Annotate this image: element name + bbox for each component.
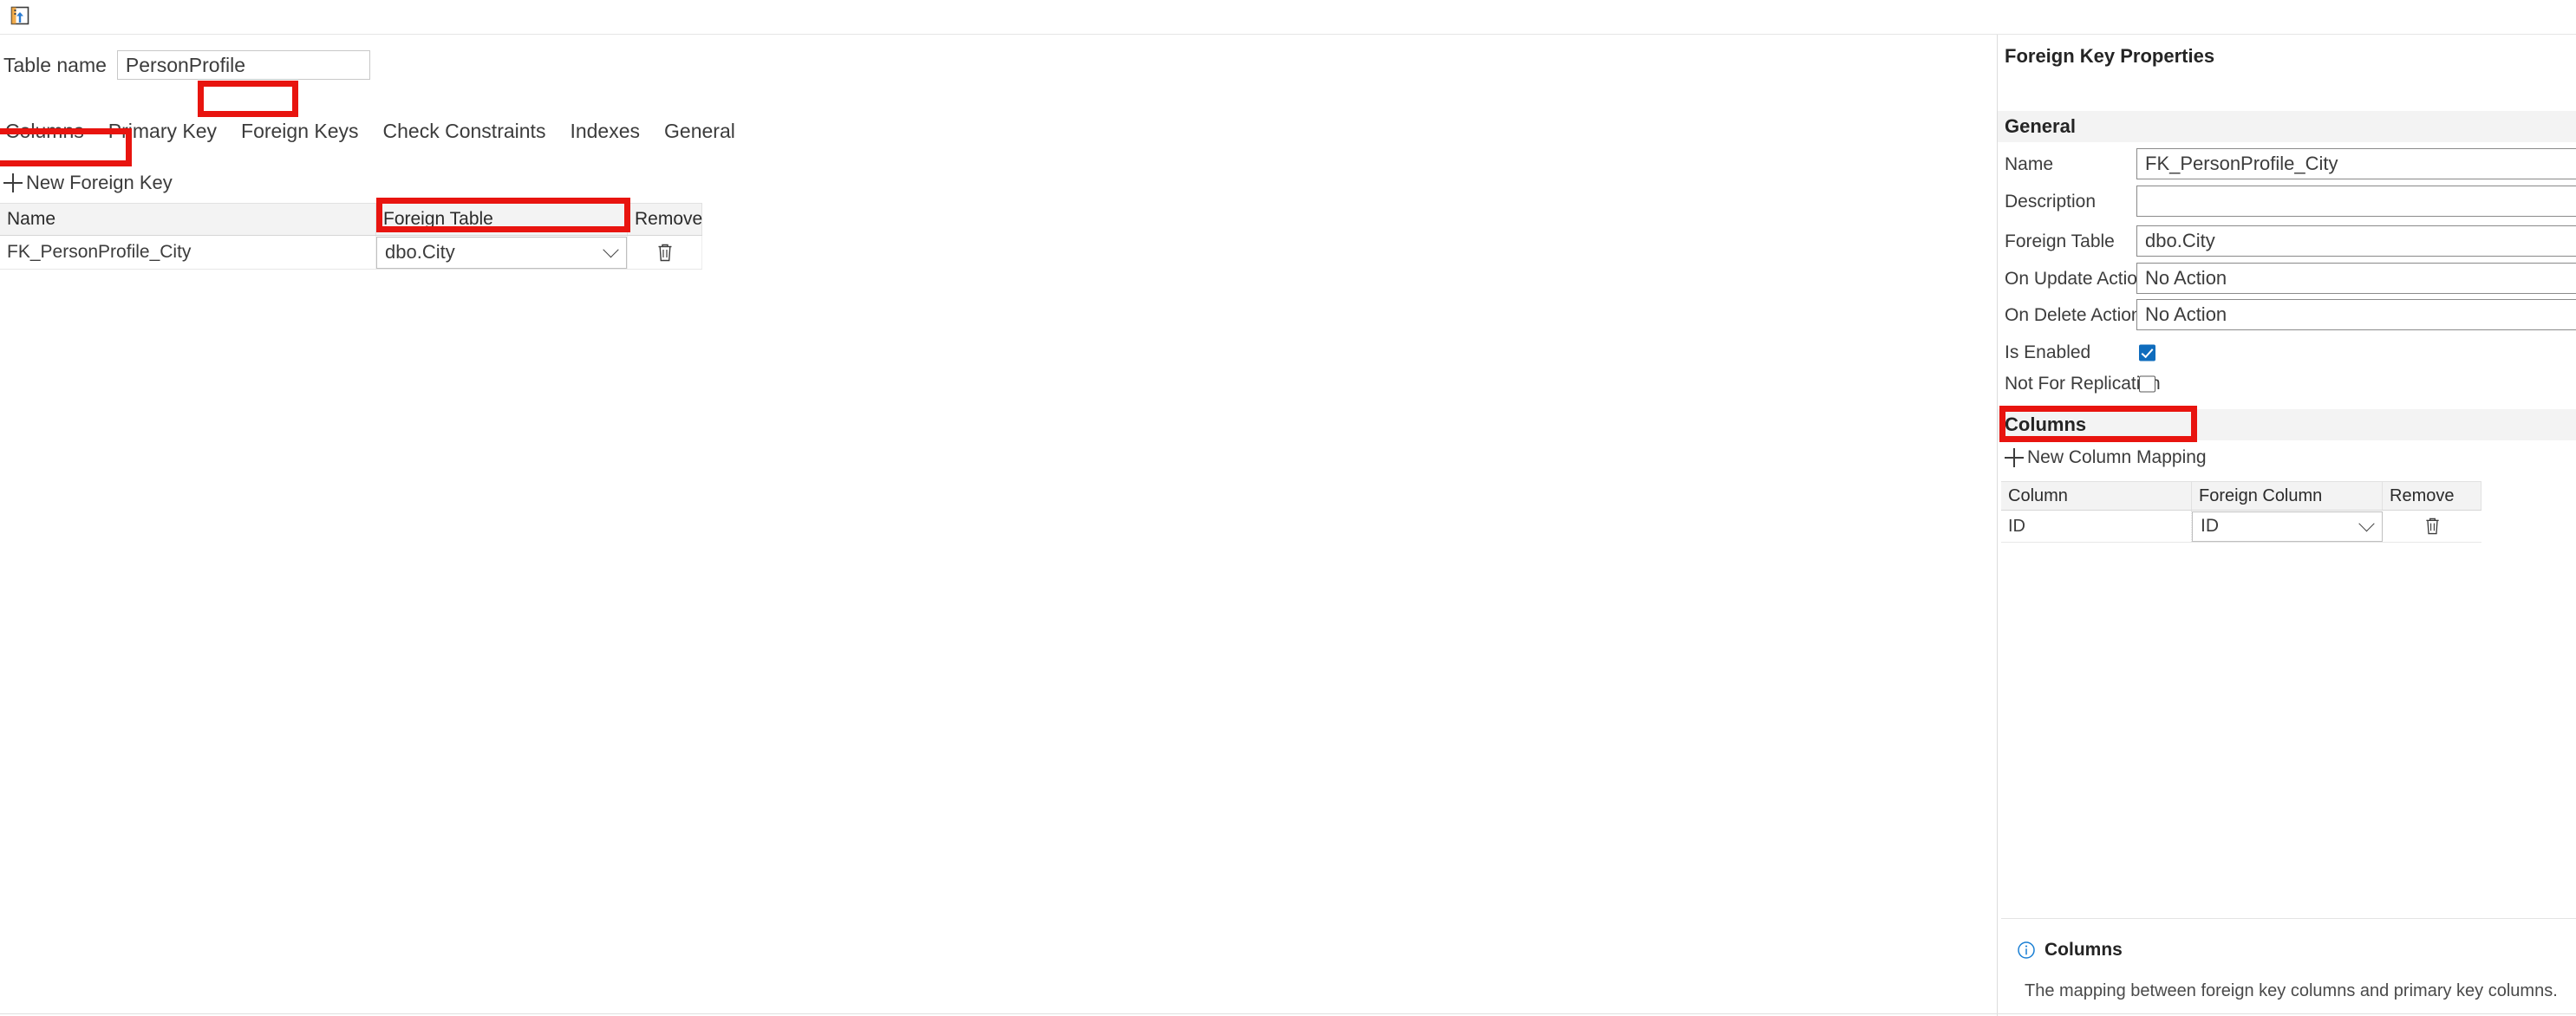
column-mappings-grid: Column Foreign Column Remove ID ID — [2001, 481, 2481, 543]
foreign-keys-grid-header: Name Foreign Table Remove — [0, 203, 702, 236]
tab-foreign-keys[interactable]: Foreign Keys — [229, 118, 371, 145]
tab-indexes[interactable]: Indexes — [558, 118, 652, 145]
table-row[interactable]: FK_PersonProfile_City dbo.City — [0, 236, 702, 270]
plus-icon — [2005, 448, 2024, 467]
property-input-on-delete-action[interactable] — [2136, 299, 2576, 330]
property-label-on-delete-action: On Delete Action — [2005, 304, 2142, 325]
table-name-label: Table name — [3, 53, 107, 76]
new-column-mapping-label: New Column Mapping — [2027, 447, 2207, 467]
column-mappings-grid-header: Column Foreign Column Remove — [2001, 481, 2481, 511]
tab-general[interactable]: General — [652, 118, 747, 145]
section-header-columns: Columns — [1998, 409, 2576, 440]
foreign-keys-grid: Name Foreign Table Remove FK_PersonProfi… — [0, 203, 702, 270]
property-input-description[interactable] — [2136, 186, 2576, 217]
properties-title: Foreign Key Properties — [2005, 45, 2215, 67]
plus-icon — [3, 173, 23, 192]
property-row-is-enabled: Is Enabled — [1998, 337, 2576, 368]
info-icon — [2018, 941, 2035, 959]
property-label-foreign-table: Foreign Table — [2005, 231, 2115, 251]
trash-icon[interactable] — [2383, 517, 2481, 536]
property-label-is-enabled: Is Enabled — [2005, 342, 2091, 362]
tab-check-constraints[interactable]: Check Constraints — [371, 118, 558, 145]
cell-column: ID — [2001, 511, 2192, 542]
designer-tabs: Columns Primary Key Foreign Keys Check C… — [0, 115, 747, 147]
publish-changes-glyph — [10, 6, 29, 25]
section-header-general-label: General — [2005, 115, 2076, 137]
property-label-on-update-action: On Update Action — [2005, 268, 2148, 289]
help-box: Columns The mapping between foreign key … — [2001, 919, 2576, 1016]
page-bottom-border — [0, 1013, 2576, 1014]
not-for-replication-checkbox[interactable] — [2139, 375, 2155, 393]
is-enabled-checkbox[interactable] — [2139, 344, 2155, 361]
property-row-on-delete-action: On Delete Action — [1998, 296, 2576, 334]
foreign-table-dropdown[interactable]: dbo.City — [376, 236, 627, 269]
property-input-on-update-action[interactable] — [2136, 263, 2576, 294]
help-title: Columns — [2044, 940, 2123, 960]
property-input-foreign-table[interactable] — [2136, 225, 2576, 257]
trash-icon[interactable] — [628, 243, 701, 263]
cell-remove — [2383, 511, 2481, 542]
property-label-not-for-replication: Not For Replication — [2005, 374, 2161, 394]
tab-primary-key[interactable]: Primary Key — [96, 118, 229, 145]
table-designer-page: Table name Columns Primary Key Foreign K… — [0, 0, 2576, 1016]
cell-foreign-table: dbo.City — [376, 236, 628, 269]
help-text: The mapping between foreign key columns … — [2025, 981, 2558, 1000]
table-name-input[interactable] — [116, 50, 370, 80]
help-header: Columns — [2017, 940, 2123, 961]
new-foreign-key-button[interactable]: New Foreign Key — [3, 170, 173, 196]
properties-pane: Foreign Key Properties General Name Desc… — [1998, 35, 2576, 1016]
cell-foreign-key-name: FK_PersonProfile_City — [0, 236, 376, 269]
column-header-foreign-table: Foreign Table — [376, 204, 628, 235]
foreign-column-dropdown[interactable]: ID — [2192, 511, 2383, 542]
property-row-not-for-replication: Not For Replication — [1998, 368, 2576, 400]
new-foreign-key-label: New Foreign Key — [26, 172, 173, 193]
table-name-row: Table name — [0, 50, 370, 80]
toolbar — [0, 0, 2576, 35]
chevron-down-icon — [603, 241, 619, 258]
column-header-remove: Remove — [2383, 482, 2481, 510]
new-column-mapping-button[interactable]: New Column Mapping — [2005, 445, 2207, 471]
property-label-name: Name — [2005, 153, 2054, 174]
section-header-columns-label: Columns — [2005, 414, 2087, 435]
property-label-description: Description — [2005, 191, 2097, 212]
cell-foreign-column: ID — [2192, 511, 2383, 542]
section-header-general: General — [1998, 111, 2576, 142]
main-pane: Table name Columns Primary Key Foreign K… — [0, 35, 1997, 984]
property-row-description: Description — [1998, 183, 2576, 220]
property-input-name[interactable] — [2136, 148, 2576, 179]
column-header-name: Name — [0, 204, 376, 235]
column-header-column: Column — [2001, 482, 2192, 510]
column-header-foreign-column: Foreign Column — [2192, 482, 2383, 510]
column-header-remove: Remove — [628, 204, 702, 235]
publish-changes-icon[interactable] — [7, 3, 33, 29]
tab-columns[interactable]: Columns — [0, 118, 96, 145]
table-row[interactable]: ID ID — [2001, 511, 2481, 543]
cell-remove — [628, 236, 702, 269]
chevron-down-icon — [2358, 515, 2375, 532]
foreign-table-value: dbo.City — [385, 241, 455, 263]
property-row-on-update-action: On Update Action — [1998, 260, 2576, 297]
foreign-column-value: ID — [2201, 516, 2219, 536]
trash-glyph — [658, 244, 671, 261]
property-row-name: Name — [1998, 146, 2576, 183]
trash-glyph — [2425, 518, 2439, 535]
property-row-foreign-table: Foreign Table — [1998, 223, 2576, 260]
